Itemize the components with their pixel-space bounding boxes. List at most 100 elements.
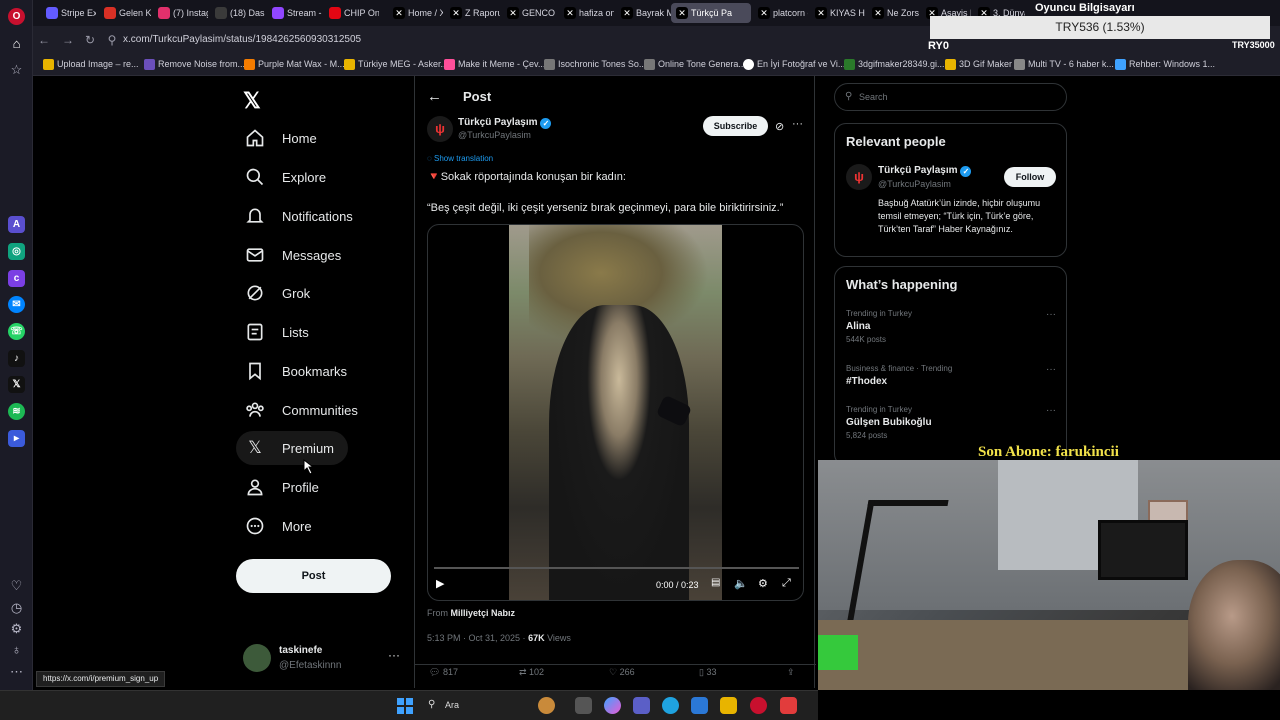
settings-icon[interactable]: ⚙ (9, 621, 24, 636)
tab[interactable]: ✕ Home / X (388, 3, 443, 23)
more-dots-icon[interactable]: ··· (1046, 364, 1056, 375)
nav-bookmarks[interactable]: Bookmarks (236, 354, 361, 388)
author-handle[interactable]: @TurkcuPaylasim (458, 130, 531, 140)
forward-icon[interactable]: → (61, 33, 75, 47)
bookmark-item[interactable]: 3D Gif Maker (945, 59, 1012, 70)
nav-explore[interactable]: Explore (236, 160, 340, 194)
person-name[interactable]: Türkçü Paylaşım ✓ (878, 165, 972, 177)
tab[interactable]: ✕Ne Zorsu (867, 3, 919, 23)
bookmark-item[interactable]: Rehber: Windows 1... (1115, 59, 1215, 70)
captions-icon[interactable]: ▤ (711, 577, 720, 588)
fullscreen-icon[interactable]: ⤢ (782, 577, 791, 590)
nav-home[interactable]: Home (236, 121, 331, 155)
tab-active[interactable]: ✕ Türkçü Pa (671, 3, 751, 23)
from-source[interactable]: Milliyetçi Nabız (451, 608, 516, 618)
nav-profile[interactable]: Profile (236, 470, 333, 504)
site-info-icon[interactable]: ⚲ (105, 33, 119, 47)
opera-logo-icon[interactable]: O (8, 8, 25, 25)
history-icon[interactable]: ◷ (9, 600, 24, 615)
more-dots-icon[interactable]: ··· (792, 118, 803, 130)
follow-button[interactable]: Follow (1004, 167, 1056, 187)
tab[interactable]: ✕GENCO e (502, 3, 557, 23)
tab[interactable]: ✕platcorn e (753, 3, 808, 23)
bookmark-item[interactable]: Make it Meme - Çev... (444, 59, 545, 70)
author-name[interactable]: Türkçü Paylaşım ✓ (458, 117, 552, 129)
volume-icon[interactable]: 🔈 (734, 577, 748, 590)
x-icon[interactable]: 𝕏 (8, 376, 25, 393)
more-dots-icon[interactable]: ··· (1046, 405, 1056, 416)
copilot-icon[interactable] (604, 697, 621, 714)
post-button[interactable]: Post (236, 559, 391, 593)
bookmark-item[interactable]: En İyi Fotoğraf ve Vi... (743, 59, 845, 70)
grok-icon[interactable]: ⊘ (775, 120, 784, 133)
reply-button[interactable]: 💬︎ 817 (429, 667, 458, 678)
bookmark-item[interactable]: Upload Image – re... (43, 59, 139, 70)
tab[interactable]: (18) Dash (210, 3, 265, 23)
store-icon[interactable] (691, 697, 708, 714)
reload-icon[interactable]: ↻ (83, 33, 97, 47)
teams-icon[interactable] (633, 697, 650, 714)
bookmark-item[interactable]: Multi TV - 6 haber k... (1014, 59, 1114, 70)
subscribe-button[interactable]: Subscribe (703, 116, 768, 136)
x-logo-icon[interactable]: 𝕏 (243, 88, 261, 114)
whatsapp-icon[interactable]: ☏ (8, 323, 25, 340)
nav-premium[interactable]: 𝕏 Premium (236, 431, 349, 465)
repost-button[interactable]: ⇄ 102 (519, 667, 544, 678)
aria-icon[interactable]: A (8, 216, 25, 233)
tab[interactable]: (7) Instagr (153, 3, 208, 23)
nav-notifications[interactable]: Notifications (236, 199, 367, 233)
lightbulb-icon[interactable]: ♁ (9, 642, 24, 657)
nav-messages[interactable]: Messages (236, 238, 355, 272)
show-translation-link[interactable]: ◌ Show translation (427, 154, 493, 163)
bookmark-item[interactable]: Isochronic Tones So... (544, 59, 646, 70)
author-avatar[interactable]: ψ (427, 116, 453, 142)
chatgpt-icon[interactable]: ◎ (8, 243, 25, 260)
nav-communities[interactable]: Communities (236, 393, 372, 427)
bookmark-button[interactable]: ▯ 33 (699, 667, 716, 678)
tiktok-icon[interactable]: ♪ (8, 350, 25, 367)
person-avatar[interactable]: ψ (846, 164, 872, 190)
windows-start-icon[interactable] (397, 698, 413, 714)
heart-icon[interactable]: ♡ (9, 578, 24, 593)
star-icon[interactable]: ☆ (9, 62, 24, 77)
app-icon[interactable] (780, 697, 797, 714)
nav-lists[interactable]: Lists (236, 315, 323, 349)
nav-more[interactable]: More (236, 509, 326, 543)
timestamp[interactable]: 5:13 PM · Oct 31, 2025 · (427, 633, 528, 643)
more-dots-icon[interactable]: ··· (1046, 309, 1056, 320)
bookmark-item[interactable]: Purple Mat Wax - M... (244, 59, 345, 70)
play-icon[interactable]: ▶ (436, 577, 444, 590)
tab[interactable]: ✕ Z Raporu (445, 3, 500, 23)
like-button[interactable]: ♡ 266 (609, 667, 635, 678)
share-icon[interactable]: ⇪ (787, 667, 795, 678)
edge-icon[interactable] (662, 697, 679, 714)
more-icon[interactable]: ⋯ (9, 664, 24, 679)
search-icon[interactable]: ⚲ (428, 699, 435, 710)
home-icon[interactable]: ⌂ (9, 36, 24, 51)
tab[interactable]: Gelen Kut (99, 3, 151, 23)
trend-item[interactable]: Trending in Turkey Alina 544K posts ··· (846, 309, 1056, 344)
bookmark-item[interactable]: Türkiye MEG - Asker... (344, 59, 448, 70)
bookmark-item[interactable]: Online Tone Genera... (644, 59, 746, 70)
account-switcher[interactable]: taskinefe @Efetaskinnn ··· (243, 642, 403, 678)
cs-icon[interactable]: c (8, 270, 25, 287)
settings-icon[interactable]: ⚙ (758, 577, 768, 590)
tab[interactable]: CHIP Onl (324, 3, 379, 23)
person-handle[interactable]: @TurkcuPaylasim (878, 179, 951, 189)
file-explorer-icon[interactable] (720, 697, 737, 714)
tab[interactable]: Stream - (267, 3, 322, 23)
more-dots-icon[interactable]: ··· (388, 648, 400, 662)
taskbar-search[interactable]: Ara (445, 700, 459, 710)
nav-grok[interactable]: Grok (236, 276, 324, 310)
video-progress-bar[interactable] (434, 567, 799, 569)
tab[interactable]: Stripe Exp (41, 3, 96, 23)
messenger-icon[interactable]: ✉ (8, 296, 25, 313)
back-icon[interactable]: ← (37, 33, 51, 47)
task-view-icon[interactable] (575, 697, 592, 714)
trend-item[interactable]: Business & finance · Trending #Thodex ··… (846, 364, 1056, 387)
search-bar[interactable]: ⚲ Search (834, 83, 1067, 111)
spotify-icon[interactable]: ≋ (8, 403, 25, 420)
tab[interactable]: ✕KIYAS HA (810, 3, 865, 23)
back-arrow-icon[interactable]: ← (427, 88, 442, 105)
trend-item[interactable]: Trending in Turkey Gülşen Bubikoğlu 5,82… (846, 405, 1056, 440)
